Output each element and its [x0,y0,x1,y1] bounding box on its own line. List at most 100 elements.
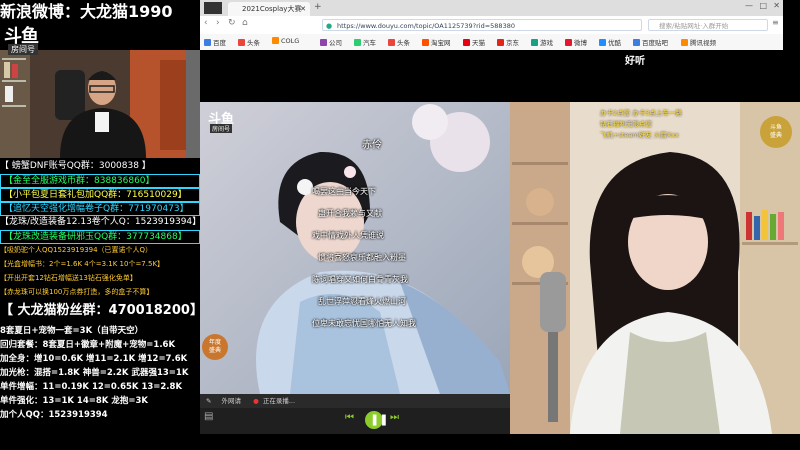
bookmark-item[interactable]: 百度 [204,37,226,47]
bookmark-item[interactable]: 天猫 [463,37,485,47]
lyric-line: 喝罢这曲当今天下 [312,187,376,196]
lock-icon: ● [326,22,333,30]
bookmark-item[interactable]: 汽车 [354,37,376,47]
streamer-avatar[interactable] [204,2,222,14]
bookmark-item[interactable]: 京东 [497,37,519,47]
bookmark-icon [388,39,395,46]
bookmark-item[interactable]: 公司 [320,37,342,47]
bookmark-item[interactable]: 头条 [388,37,410,47]
home-icon[interactable]: ⌂ [242,18,248,28]
back-icon[interactable]: ‹ [204,18,208,28]
url-input[interactable]: ● https://www.douyu.com/topic/OA1125739?… [322,19,642,31]
bottom-strip [200,434,800,450]
info-row: 【金至全服游戏币群：838836860】 [0,174,200,188]
fans-end: 】 [190,303,200,318]
bookmark-item[interactable]: 微博 [565,37,587,47]
streamer-scene [510,102,800,434]
price-row: 单件增幅：11=0.19K 12=0.65K 13=2.8K [0,382,183,392]
bookmark-item[interactable]: 优酷 [599,37,621,47]
bookmark-label: 头条 [397,39,410,47]
search-placeholder: 搜索/粘贴网址·入群开始 [659,22,729,30]
bookmark-icon [565,39,572,46]
lyric-line: 惯将喜怒哀乐都融入粉墨 [318,253,406,262]
bookmark-label: 公司 [329,39,342,47]
lyric-line: 位卑未敢忘忧国哪怕无人知我 [312,319,416,328]
gift-info: 办卡2点您 办卡3点上车一路 钻石福利无限点您 飞机+steam好友 火箭Xxx [600,108,682,141]
event-badge-right: 斗鱼 盛典 [760,116,792,148]
bookmark-icon [497,39,504,46]
bookmark-item[interactable]: 百度贴吧 [633,37,668,47]
bookmark-label: 百度贴吧 [642,39,668,47]
bookmark-icon [599,39,606,46]
pause-icon: ❚❚ [370,413,389,426]
bookmark-item[interactable]: 游戏 [531,37,553,47]
player-status: 正在录播... [262,397,296,405]
next-icon[interactable]: ⏭ [390,412,399,423]
info-row: 【龙珠/改造装备12.13卷个人Q：1523919394】 [0,217,200,227]
lyric-line: 陈词唱穿又如何白骨青灰我 [312,275,408,284]
bookmark-icon [272,37,279,44]
webcam-scene [0,50,200,158]
fans-group-row: 【 大龙猫粉丝群：470018200】 [0,302,200,320]
music-player: ✎ 外网请 ● 正在录播... ▤ ⏮ ❚❚ ⏭ [200,394,510,434]
streamer-webcam [0,50,200,158]
bookmark-label: 汽车 [363,39,376,47]
player-status-bar: ✎ 外网请 ● 正在录播... [200,394,510,408]
lyric-line: 戏中情戏外人凭谁说 [312,231,384,240]
bookmark-icon [204,39,211,46]
bookmark-item[interactable]: COLG [272,37,299,45]
playlist-icon[interactable]: ▤ [204,411,213,422]
new-tab-icon[interactable]: + [314,2,322,12]
info-row: 【小平包夏日套礼包加QQ群：716510029】 [0,188,200,202]
room-logo-sub: 房间号 [210,124,233,133]
bookmark-icon [463,39,470,46]
prev-icon[interactable]: ⏮ [345,412,354,423]
douyu-logo: 斗鱼 房间号 [2,22,54,55]
banner-text: 新浪微博：大龙猫1990 [0,2,173,21]
bookmark-item[interactable]: 淘宝网 [422,37,451,47]
bookmark-icon [422,39,429,46]
streamer-video: 办卡2点您 办卡3点上车一路 钻石福利无限点您 飞机+steam好友 火箭Xxx 斗… [510,102,800,434]
fans-label: 【 大龙猫粉丝群： [0,303,109,318]
search-input[interactable]: 搜索/粘贴网址·入群开始 [648,19,768,31]
price-row: 加光枪：混搭=1.8K 神兽=2.2K 武器强13=1K [0,368,189,378]
bookmark-icon [681,39,688,46]
bookmark-icon [354,39,361,46]
player-mode[interactable]: 外网请 [222,397,242,405]
minimize-icon[interactable]: — [745,1,753,10]
gift-lines: 办卡2点您 办卡3点上车一路 钻石福利无限点您 飞机+steam好友 火箭Xxx [600,108,682,141]
price-row: 回归套餐：8套夏日+徽章+附魔+宠物=1.6K [0,340,176,350]
bookmark-item[interactable]: 腾讯视频 [681,37,716,47]
tab-title: 2021Cosplay大赛 [242,5,302,13]
gift-line: 飞机+steam好友 火箭Xxx [600,131,679,139]
info-row: 【开出开套12钻石增幅送13钻石强化免单】 [0,274,137,282]
refresh-icon[interactable]: ↻ [228,18,236,28]
event-badge: 年度 盛典 [202,334,228,360]
menu-icon[interactable]: ≡ [772,18,779,27]
price-row: 单件强化：13=1K 14=8K 龙抱=3K [0,396,148,406]
price-row: 8套夏日+宠物一套=3K（自带天空） [0,326,144,336]
bookmark-icon [633,39,640,46]
bookmark-item[interactable]: 头条 [238,37,260,47]
browser-tab[interactable]: 2021Cosplay大赛 ✕ [228,2,310,16]
pause-button[interactable]: ❚❚ [365,411,388,429]
url-text: https://www.douyu.com/topic/OA1125739?ri… [337,22,515,30]
info-row: 【赤龙珠可以换100万点券打造，多的盒子不算】 [0,288,154,296]
bookmark-label: 头条 [247,39,260,47]
lyric-line: 蛊开合我赖与又献 [318,209,382,218]
bookmark-icon [320,39,327,46]
info-row: 【 螃蟹DNF账号QQ群：3000838 】 [0,161,151,171]
gift-line: 钻石福利无限点您 [600,120,652,128]
song-title: 赤伶 [362,140,382,151]
forward-icon[interactable]: › [216,18,220,28]
price-row: 加个人QQ：1523919394 [0,410,108,420]
mic-icon[interactable]: ✎ [206,397,211,405]
bookmark-label: 游戏 [540,39,553,47]
stream-area: 好听 斗鱼 房间号 赤伶 喝罢这曲当今天下 蛊开合我赖与又献 戏中情戏外人凭谁说 惯将… [200,50,800,450]
window-close-icon[interactable]: ✕ [773,1,780,10]
close-icon[interactable]: ✕ [300,2,306,16]
info-row: 【龙珠改造装备研邪玉QQ群：377734868】 [0,230,200,244]
price-row: 加全身：增10=0.6K 增11=2.1K 增12=7.6K [0,354,188,364]
bookmark-label: 淘宝网 [431,39,451,47]
maximize-icon[interactable]: □ [759,1,767,10]
